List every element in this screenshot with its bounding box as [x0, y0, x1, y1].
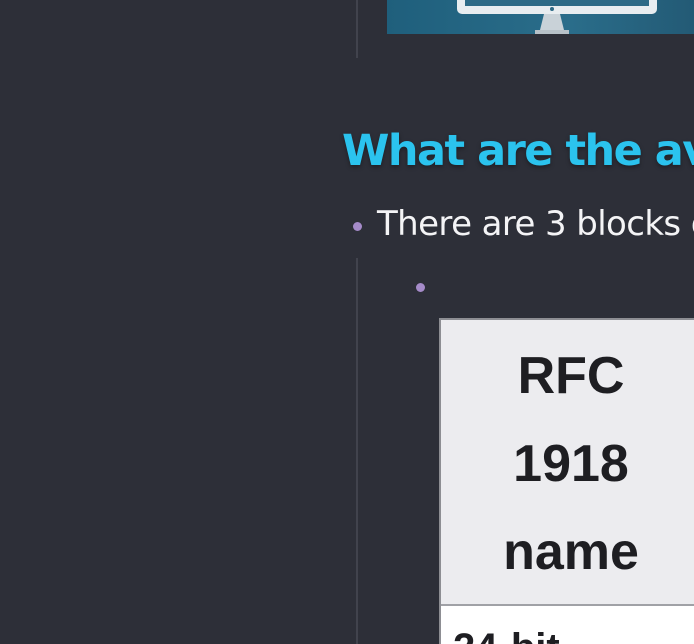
image-thumbnail[interactable]: [387, 0, 694, 34]
bullet-text: There are 3 blocks o: [377, 204, 694, 244]
header-line-3: name: [503, 523, 639, 581]
header-line-2: 1918: [513, 435, 629, 493]
desktop-monitor-icon: [457, 0, 657, 34]
table-body-row: 24-bit: [441, 606, 694, 644]
nested-bullet-point-icon: [416, 283, 425, 292]
rfc1918-table: RFC 1918 name 24-bit: [439, 318, 694, 644]
table-cell-text: 24-bit: [453, 626, 560, 644]
block-guide-line-top: [356, 0, 358, 58]
block-guide-line-bottom: [356, 258, 358, 644]
section-heading: What are the av: [342, 126, 694, 176]
header-line-1: RFC: [517, 347, 625, 405]
bullet-point-icon: [353, 222, 362, 231]
table-header-cell: RFC 1918 name: [441, 320, 694, 606]
